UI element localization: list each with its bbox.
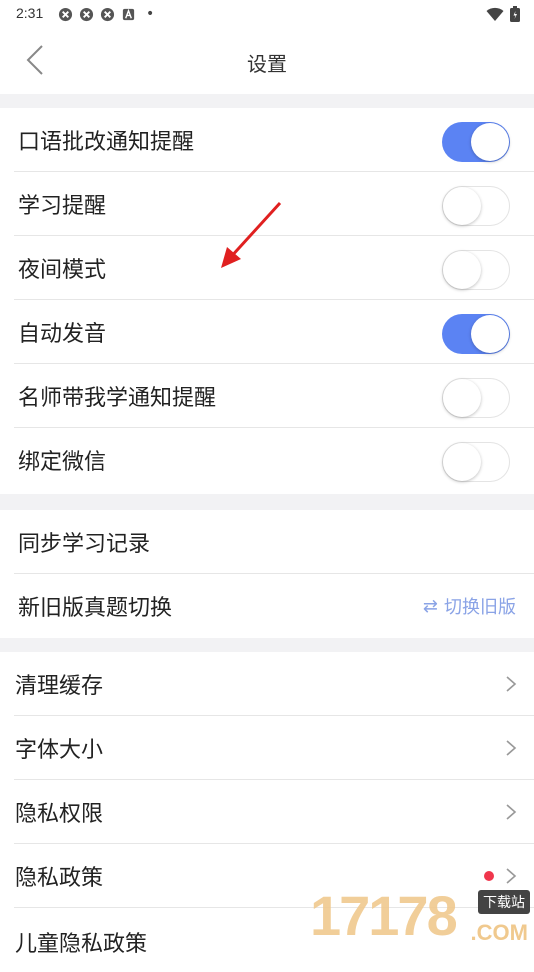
- toggle-knob: [443, 379, 481, 417]
- status-time: 2:31: [16, 5, 44, 21]
- setting-row-auto-pronounce: 自动发音: [0, 300, 534, 364]
- status-right-icons: [486, 6, 520, 22]
- page-title: 设置: [247, 52, 287, 76]
- switch-old-version-button[interactable]: ⇄ 切换旧版: [423, 593, 516, 619]
- toggle-knob: [443, 443, 481, 481]
- setting-row-bind-wechat: 绑定微信: [0, 428, 534, 492]
- app-icon: [58, 7, 73, 21]
- setting-label: 清理缓存: [15, 674, 104, 699]
- setting-label: 同步学习记录: [18, 532, 151, 557]
- toggle-switch-on[interactable]: [442, 122, 510, 162]
- status-notification-icons: •: [58, 6, 154, 22]
- setting-label: 隐私政策: [15, 866, 104, 891]
- toggle-switch-off[interactable]: [442, 442, 510, 482]
- toggle-switch-on[interactable]: [442, 314, 510, 354]
- chevron-right-icon: [506, 740, 517, 756]
- section-gap: [0, 94, 534, 108]
- setting-label: 字体大小: [15, 738, 104, 763]
- section-gap: [0, 638, 534, 652]
- setting-label: 新旧版真题切换: [18, 596, 173, 621]
- toggle-knob: [443, 251, 481, 289]
- setting-label: 口语批改通知提醒: [18, 130, 195, 155]
- section-gap: [0, 494, 534, 510]
- setting-row-night-mode: 夜间模式: [0, 236, 534, 300]
- setting-label: 隐私权限: [15, 802, 104, 827]
- setting-label: 儿童隐私政策: [15, 932, 148, 957]
- chevron-right-icon: [506, 804, 517, 820]
- wifi-icon: [486, 7, 504, 21]
- font-size-row[interactable]: 字体大小: [0, 716, 534, 780]
- setting-row-speaking-correction-notify: 口语批改通知提醒: [0, 108, 534, 172]
- setting-label: 学习提醒: [18, 194, 107, 219]
- swap-icon: ⇄: [422, 595, 438, 617]
- sync-study-record-row[interactable]: 同步学习记录: [0, 510, 534, 574]
- privacy-permissions-row[interactable]: 隐私权限: [0, 780, 534, 844]
- watermark-suffix: .COM: [470, 920, 528, 945]
- toggle-switch-off[interactable]: [442, 250, 510, 290]
- status-bar: 2:31 •: [0, 0, 534, 28]
- setting-label: 自动发音: [18, 322, 107, 347]
- watermark-digits: 17178: [310, 884, 458, 947]
- app-icon: [100, 7, 115, 21]
- nav-bar: 设置: [0, 28, 534, 94]
- toggle-knob: [471, 123, 509, 161]
- chevron-right-icon: [506, 676, 517, 692]
- a-icon: [122, 8, 135, 20]
- unread-red-dot: [484, 871, 494, 881]
- chevron-right-icon: [506, 868, 517, 884]
- app-icon: [79, 7, 94, 21]
- toggle-knob: [443, 187, 481, 225]
- status-dot: •: [146, 6, 155, 22]
- toggle-switch-off[interactable]: [442, 186, 510, 226]
- switch-old-version-label: 切换旧版: [444, 597, 516, 618]
- setting-row-study-reminder: 学习提醒: [0, 172, 534, 236]
- setting-label: 夜间模式: [18, 258, 107, 283]
- watermark-logo: 17178 下载站 .COM: [304, 884, 534, 950]
- setting-label: 绑定微信: [18, 450, 107, 475]
- version-switch-row: 新旧版真题切换 ⇄ 切换旧版: [0, 574, 534, 638]
- toggle-switch-off[interactable]: [442, 378, 510, 418]
- setting-label: 名师带我学通知提醒: [18, 386, 217, 411]
- clear-cache-row[interactable]: 清理缓存: [0, 652, 534, 716]
- battery-icon: [510, 6, 520, 22]
- toggle-knob: [471, 315, 509, 353]
- setting-row-teacher-notify: 名师带我学通知提醒: [0, 364, 534, 428]
- watermark-tag: 下载站: [478, 890, 530, 914]
